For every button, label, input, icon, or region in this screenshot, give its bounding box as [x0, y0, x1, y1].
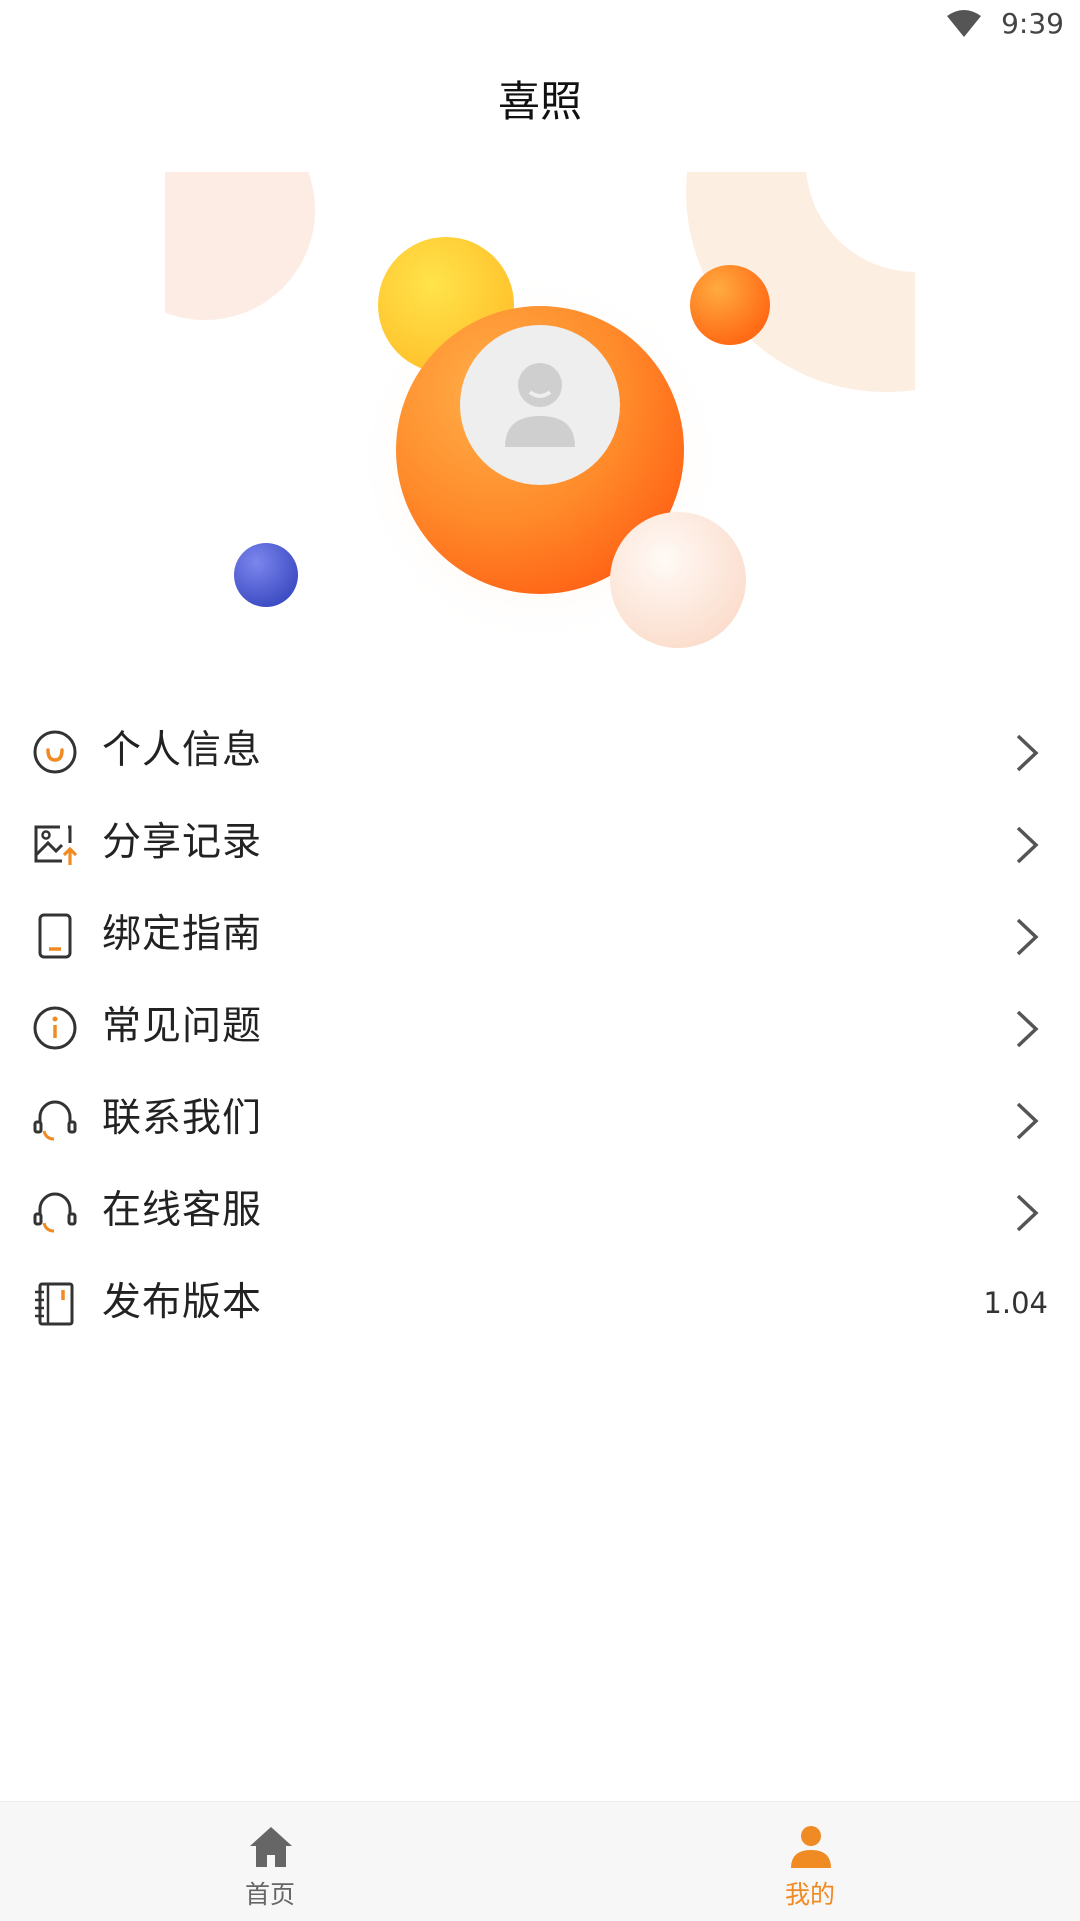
menu-label: 发布版本: [102, 1280, 263, 1325]
home-icon: [250, 1827, 292, 1867]
hero-decoration: [165, 172, 915, 650]
tab-label: 首页: [244, 1880, 295, 1909]
smile-icon: [33, 730, 77, 774]
headset-icon: [33, 1192, 77, 1233]
menu-label: 在线客服: [102, 1188, 263, 1233]
status-time: 9:39: [1001, 7, 1064, 40]
menu-item-binding-guide[interactable]: 绑定指南: [0, 889, 1080, 981]
menu-label: 个人信息: [102, 728, 263, 773]
menu-label: 分享记录: [102, 820, 263, 865]
person-icon: [791, 1826, 831, 1868]
settings-menu: 个人信息 分享记录 绑定指南 常见问题 联系我们 在线客服 发布版本 1.04: [0, 705, 1080, 1349]
menu-item-contact-us[interactable]: 联系我们: [0, 1073, 1080, 1165]
status-bar: 9:39: [0, 0, 1080, 50]
tablet-icon: [38, 913, 72, 959]
image-upload-icon: [34, 825, 78, 865]
chevron-right-icon: [1016, 734, 1039, 772]
menu-item-faq[interactable]: 常见问题: [0, 981, 1080, 1073]
tab-label: 我的: [784, 1880, 835, 1909]
chevron-right-icon: [1016, 1194, 1039, 1232]
info-icon: [33, 1006, 77, 1050]
menu-label: 绑定指南: [102, 912, 263, 957]
page-title: 喜照: [497, 77, 582, 126]
chevron-right-icon: [1016, 826, 1039, 864]
headset-icon: [33, 1100, 77, 1141]
menu-label: 常见问题: [102, 1004, 263, 1049]
menu-item-personal-info[interactable]: 个人信息: [0, 705, 1080, 797]
chevron-right-icon: [1016, 1102, 1039, 1140]
menu-item-share-history[interactable]: 分享记录: [0, 797, 1080, 889]
menu-label: 联系我们: [102, 1096, 263, 1141]
chevron-right-icon: [1016, 918, 1039, 956]
menu-item-online-service[interactable]: 在线客服: [0, 1165, 1080, 1257]
tab-mine[interactable]: 我的: [540, 1802, 1080, 1921]
menu-item-release-version: 发布版本 1.04: [0, 1257, 1080, 1349]
chevron-right-icon: [1016, 1010, 1039, 1048]
tab-home[interactable]: 首页: [0, 1802, 540, 1921]
default-avatar-icon[interactable]: [460, 325, 620, 485]
bottom-tab-bar: 首页 我的: [0, 1801, 1080, 1921]
version-value: 1.04: [983, 1286, 1048, 1320]
notebook-icon: [35, 1282, 74, 1326]
wifi-icon: [947, 10, 981, 37]
profile-hero: [0, 160, 1080, 700]
